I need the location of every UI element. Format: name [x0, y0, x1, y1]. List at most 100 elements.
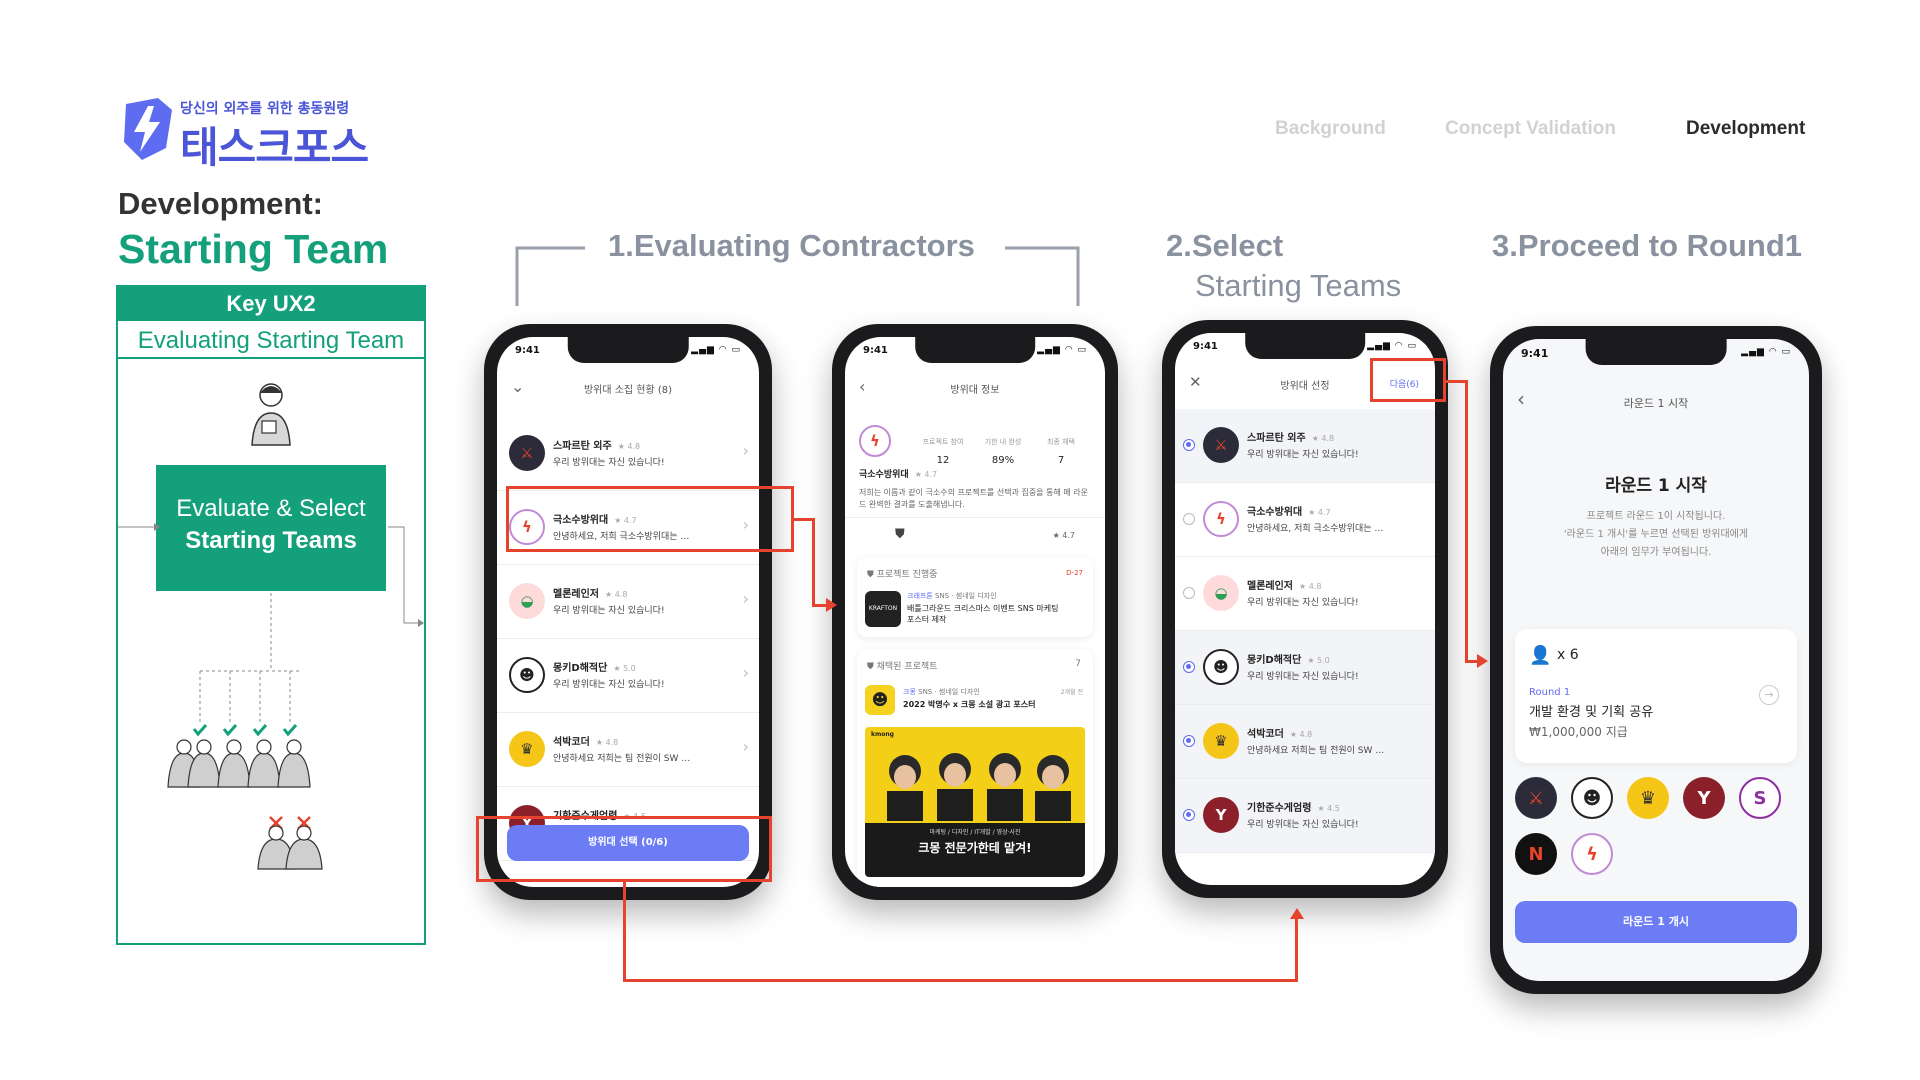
team-desc: 우리 방위대는 자신 있습니다!: [1247, 820, 1359, 830]
team-name: 석박코더: [553, 737, 590, 748]
team-desc: 우리 방위대는 자신 있습니다!: [553, 606, 665, 616]
lightning-shield-icon: [124, 98, 172, 160]
highlight-select-button: [476, 816, 772, 882]
nav-concept-validation[interactable]: Concept Validation: [1445, 118, 1616, 140]
arrow-right-icon: [1477, 654, 1488, 668]
dday-badge: D-27: [1066, 569, 1083, 577]
status-icons: ▂▄▆ ◠ ▭: [1367, 341, 1417, 351]
nav-background[interactable]: Background: [1275, 118, 1386, 140]
select-row[interactable]: Y 기한준수게엄령 ★ 4.5 우리 방위대는 자신 있습니다!: [1175, 779, 1435, 853]
arrow-right-icon: [826, 598, 837, 612]
adopted-count: 7: [1075, 659, 1081, 669]
phone4-screen: 9:41 ▂▄▆ ◠ ▭ ‹ 라운드 1 시작 라운드 1 시작 프로젝트 라운…: [1503, 339, 1809, 981]
radio-selected[interactable]: [1183, 809, 1195, 821]
team-rating: ★ 4.8: [1299, 582, 1322, 591]
chevron-right-icon: ›: [742, 663, 749, 682]
team-rating: ★ 4.8: [617, 442, 641, 451]
stat-participation: 프로젝트 참여 12: [922, 438, 964, 466]
brand-logo: 당신의 외주를 위한 총동원령 태스크포스: [118, 96, 378, 172]
ongoing-project-card[interactable]: ⛊ 프로젝트 진행중 D-27 KRAFTON 크래프톤 SNS · 썸네일 디…: [857, 557, 1093, 637]
team-desc: 우리 방위대는 자신 있습니다!: [1247, 450, 1359, 460]
arrow-right-circle-icon[interactable]: →: [1759, 685, 1779, 705]
phone2-screen: 9:41 ▂▄▆ ◠ ▭ ‹ 방위대 정보 ϟ 프로젝트 참여 12 기한 내 완…: [845, 337, 1105, 887]
select-row[interactable]: ♛ 석박코더 ★ 4.8 안녕하세요 저희는 팀 전원이 SW …: [1175, 705, 1435, 779]
krafton-logo: KRAFTON: [865, 591, 901, 627]
team-desc: 우리 방위대는 자신 있습니다!: [553, 458, 665, 468]
phone-round1-start: 9:41 ▂▄▆ ◠ ▭ ‹ 라운드 1 시작 라운드 1 시작 프로젝트 라운…: [1490, 326, 1822, 994]
step1-bracket: [515, 246, 1080, 306]
team-count: x 6: [1557, 647, 1579, 663]
n-logo-icon: N: [1515, 833, 1557, 875]
phone1-screen: 9:41 ▂▄▆ ◠ ▭ ⌄ 방위대 소집 현황 (8) ⚔ 스파르탄 외주 ★ …: [497, 337, 759, 887]
team-rating: ★ 5.0: [1307, 656, 1330, 665]
spartan-logo-icon: ⚔: [1203, 427, 1239, 463]
highlight-team-row: [506, 486, 794, 552]
team-row[interactable]: ⚔ 스파르탄 외주 ★ 4.8 우리 방위대는 자신 있습니다! ›: [497, 417, 759, 491]
adopted-header: 채택된 프로젝트: [876, 662, 938, 672]
status-time: 9:41: [515, 345, 540, 356]
mission-pay: ₩1,000,000 지급: [1529, 725, 1628, 739]
chevron-right-icon: ›: [742, 589, 749, 608]
radio-selected[interactable]: [1183, 661, 1195, 673]
team-desc: 안녕하세요 저희는 팀 전원이 SW …: [553, 754, 691, 764]
banner-brand: kmong: [871, 731, 894, 738]
bolt-logo-icon: ϟ: [1571, 833, 1613, 875]
status-icons: ▂▄▆ ◠ ▭: [691, 345, 741, 355]
status-icons: ▂▄▆ ◠ ▭: [1741, 347, 1791, 357]
status-time: 9:41: [1521, 347, 1549, 360]
stat-adopted: 최종 채택 7: [1047, 438, 1075, 466]
team-row[interactable]: ♛ 석박코더 ★ 4.8 안녕하세요 저희는 팀 전원이 SW … ›: [497, 713, 759, 787]
radio-unselected[interactable]: [1183, 513, 1195, 525]
team-desc: 우리 방위대는 자신 있습니다!: [1247, 672, 1359, 682]
team-name: 극소수방위대: [859, 470, 909, 480]
team-row[interactable]: ◒ 멜론레인저 ★ 4.8 우리 방위대는 자신 있습니다! ›: [497, 565, 759, 639]
section-label: Development:: [118, 186, 323, 221]
chevron-right-icon: ›: [742, 441, 749, 460]
kmong-logo-icon: ☻: [865, 685, 895, 715]
spartan-logo-icon: ⚔: [509, 435, 545, 471]
nav-development[interactable]: Development: [1686, 118, 1805, 140]
select-row[interactable]: ϟ 극소수방위대 ★ 4.7 안녕하세요, 저희 극소수방위대는 …: [1175, 483, 1435, 557]
team-name: 멜론레인저: [1247, 581, 1293, 592]
mission-task: 개발 환경 및 기획 공유: [1529, 705, 1654, 720]
select-row[interactable]: ◒ 멜론레인저 ★ 4.8 우리 방위대는 자신 있습니다!: [1175, 557, 1435, 631]
team-rating: ★ 4.8: [595, 738, 619, 747]
grad-cap-logo-icon: ♛: [1203, 723, 1239, 759]
team-row[interactable]: ☻ 몽키D해적단 ★ 5.0 우리 방위대는 자신 있습니다! ›: [497, 639, 759, 713]
start-round-button[interactable]: 라운드 1 개시: [1515, 901, 1797, 943]
monkey-logo-icon: ☻: [1203, 649, 1239, 685]
team-rating: ★ 4.8: [1311, 434, 1335, 443]
monkey-logo-icon: ☻: [509, 657, 545, 693]
radio-selected[interactable]: [1183, 735, 1195, 747]
status-icons: ▂▄▆ ◠ ▭: [1037, 345, 1087, 355]
round-desc3: 아래의 임무가 부여됩니다.: [1600, 547, 1712, 558]
brand-name: 태스크포스: [180, 123, 369, 172]
mission-card[interactable]: 👤 x 6 Round 1 개발 환경 및 기획 공유 ₩1,000,000 지…: [1515, 629, 1797, 763]
team-name: 몽키D해적단: [553, 663, 608, 674]
radio-unselected[interactable]: [1183, 587, 1195, 599]
team-desc: 우리 방위대는 자신 있습니다!: [553, 680, 665, 690]
team-intro: 저희는 이름과 같이 극소수의 프로젝트를 선택과 집중을 통해 매 라운드 완…: [859, 488, 1088, 509]
grad-cap-logo-icon: ♛: [1627, 777, 1669, 819]
select-row[interactable]: ☻ 몽키D해적단 ★ 5.0 우리 방위대는 자신 있습니다!: [1175, 631, 1435, 705]
team-rating: ★ 4.8: [1289, 730, 1313, 739]
adopted-title: 2022 박명수 x 크몽 소설 광고 포스터: [903, 700, 1036, 709]
chevron-right-icon: ›: [742, 737, 749, 756]
team-name: 스파르탄 외주: [553, 441, 612, 452]
selection-flow-diagram: [118, 523, 424, 870]
status-time: 9:41: [1193, 341, 1218, 352]
team-rating: ★ 4.8: [605, 590, 628, 599]
rating-small: ★ 4.7: [1052, 531, 1075, 540]
round-label: Round 1: [1529, 687, 1571, 698]
y-logo-icon: Y: [1683, 777, 1725, 819]
radio-selected[interactable]: [1183, 439, 1195, 451]
bolt-logo-icon: ϟ: [859, 425, 891, 457]
step2-title: 2.Select: [1166, 228, 1284, 263]
phone4-title: 라운드 1 시작: [1623, 397, 1689, 410]
banner-text: 크몽 전문가한테 맡겨!: [918, 841, 1032, 855]
ongoing-header: 프로젝트 진행중: [876, 570, 938, 580]
grad-cap-logo-icon: ♛: [509, 731, 545, 767]
adopted-project-card[interactable]: ⛊ 채택된 프로젝트 7 ☻ 크몽 SNS · 썸네일 디자인 2개월 전 20…: [857, 649, 1093, 887]
select-row[interactable]: ⚔ 스파르탄 외주 ★ 4.8 우리 방위대는 자신 있습니다!: [1175, 409, 1435, 483]
round-desc2: '라운드 1 개시'를 누르면 선택된 방위대에게: [1563, 529, 1749, 540]
